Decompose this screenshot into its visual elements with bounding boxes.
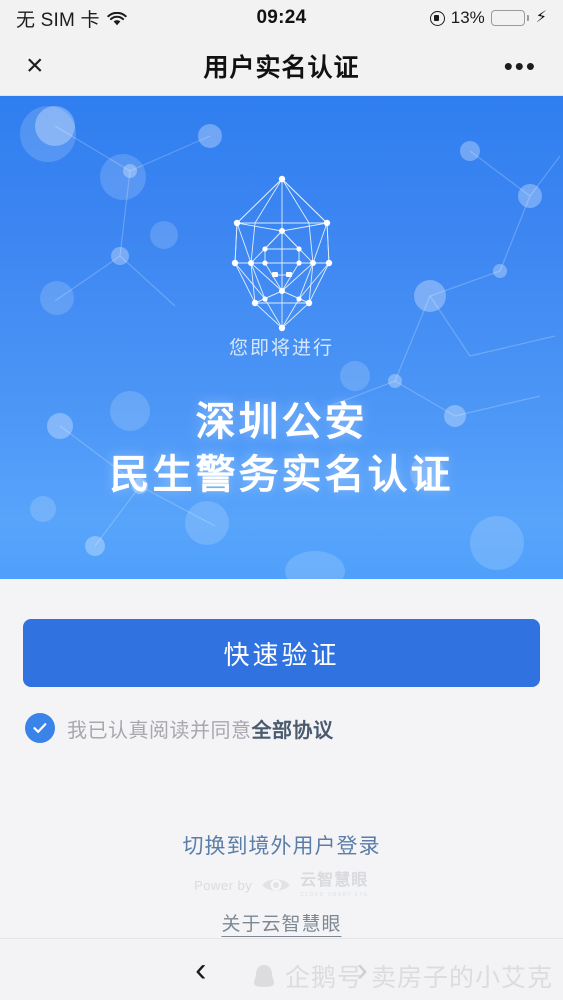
agreement-row: 我已认真阅读并同意全部协议 — [23, 713, 540, 743]
hero-text-block: 您即将进行 深圳公安 民生警务实名认证 — [0, 333, 563, 502]
main-content: 快速验证 我已认真阅读并同意全部协议 — [0, 579, 563, 743]
more-options-icon[interactable]: ••• — [504, 53, 537, 79]
watermark-text: 企鹅号 卖房子的小艾克 — [285, 964, 553, 992]
agreement-label: 我已认真阅读并同意全部协议 — [67, 714, 334, 743]
lightning-bolt-icon: ⚡ — [535, 9, 547, 26]
close-icon[interactable]: × — [26, 50, 44, 81]
status-bar-left: 无 SIM 卡 — [16, 5, 127, 32]
wifi-icon — [107, 11, 127, 26]
quick-verify-button[interactable]: 快速验证 — [23, 619, 540, 687]
hero-subtitle: 您即将进行 — [228, 338, 334, 359]
page-title: 用户实名认证 — [203, 53, 360, 82]
browser-bottom-bar: ‹ › 企鹅号 卖房子的小艾克 — [0, 938, 563, 1000]
hero-title-line2: 民生警务实名认证 — [109, 452, 454, 497]
status-bar-right: 13% ⚡ — [429, 8, 547, 28]
channel-watermark: 企鹅号 卖房子的小艾克 — [249, 958, 553, 994]
brand-name: 云智慧眼 — [300, 872, 369, 889]
footer: 切换到境外用户登录 Power by 云智慧眼 CLOUD SMART EYE … — [0, 830, 563, 936]
nav-bar: × 用户实名认证 ••• — [0, 36, 563, 96]
battery-percent-label: 13% — [450, 8, 485, 27]
face-scan-mesh-icon — [207, 171, 357, 341]
switch-overseas-login-link[interactable]: 切换到境外用户登录 — [183, 830, 381, 860]
check-icon — [33, 723, 47, 733]
agreement-checkbox[interactable] — [25, 713, 55, 743]
brand-subtitle: CLOUD SMART EYE — [300, 892, 369, 898]
power-by-label: Power by — [194, 877, 253, 893]
carrier-label: 无 SIM 卡 — [16, 9, 100, 31]
about-link[interactable]: 关于云智慧眼 — [221, 909, 341, 936]
agreement-text: 我已认真阅读并同意 — [67, 719, 252, 742]
brand-wrap: 云智慧眼 CLOUD SMART EYE — [300, 872, 369, 899]
hero-title-line1: 深圳公安 — [195, 400, 368, 444]
penguin-icon — [249, 961, 279, 991]
status-bar: 无 SIM 卡 09:24 13% ⚡ — [0, 0, 563, 36]
forward-icon[interactable]: › — [357, 953, 368, 987]
battery-icon — [490, 10, 529, 26]
powered-by-watermark: Power by 云智慧眼 CLOUD SMART EYE — [0, 872, 563, 899]
phone-screen: 无 SIM 卡 09:24 13% ⚡ × 用户实名认证 ••• 您即将进行 深… — [0, 0, 563, 1000]
eye-logo-icon — [261, 874, 291, 896]
hero-banner: 您即将进行 深圳公安 民生警务实名认证 — [0, 96, 563, 579]
rotation-lock-icon — [429, 10, 445, 26]
back-icon[interactable]: ‹ — [195, 953, 206, 987]
agreement-link[interactable]: 全部协议 — [252, 720, 334, 742]
